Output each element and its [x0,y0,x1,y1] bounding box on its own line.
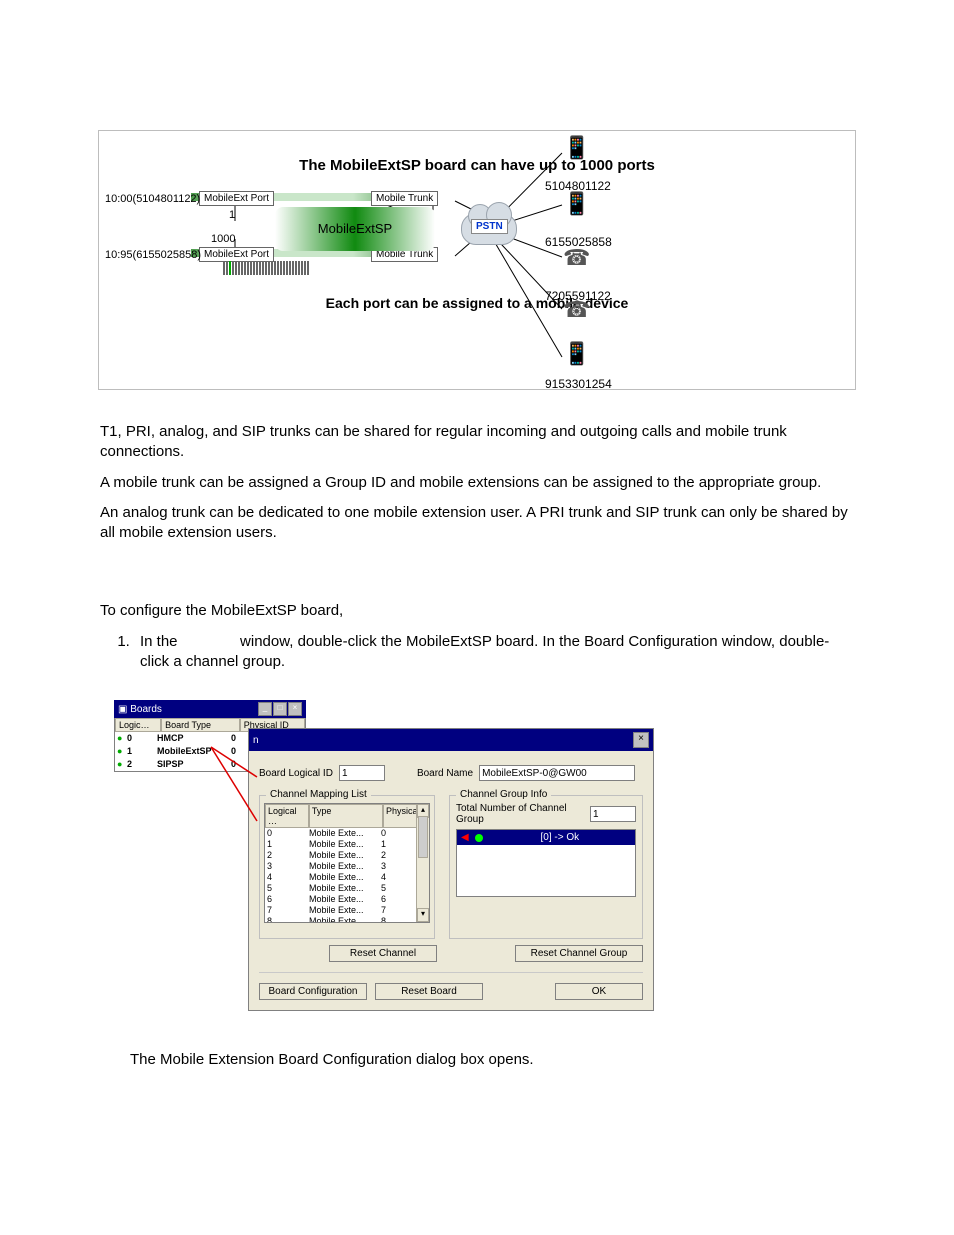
phone-number: 5104801122 [545,179,611,193]
endpoint-a: 10:00(5104801122) [105,193,200,205]
label-board-name: Board Name [417,768,473,779]
paragraph: An analog trunk can be dedicated to one … [100,503,854,544]
dialog-title-text: n [253,735,259,746]
paragraph: T1, PRI, analog, and SIP trunks can be s… [100,422,854,463]
phone-number: 6155025858 [545,235,612,249]
phone-icon: 📱 [563,193,590,215]
channel-mapping-list: Channel Mapping List Logical … Type Phys… [259,795,435,939]
close-icon[interactable]: × [288,702,302,716]
phone-number: 9153301254 [545,377,612,390]
table-row[interactable]: 1Mobile Exte...1 [267,839,429,850]
deskphone-icon: ☎ [563,247,590,269]
reset-channel-group-button[interactable]: Reset Channel Group [515,945,643,962]
col-logical[interactable]: Logical … [265,804,309,828]
ok-button[interactable]: OK [555,983,643,1000]
status-led-icon [475,834,483,842]
col-type[interactable]: Type [309,804,383,828]
table-row[interactable]: 3Mobile Exte...3 [267,861,429,872]
reset-board-button[interactable]: Reset Board [375,983,483,1000]
phone-number: 7205591122 [545,289,611,303]
port-label-a: MobileExt Port [199,191,274,206]
post-dialog-text: The Mobile Extension Board Configuration… [130,1051,854,1068]
board-configuration-button[interactable]: Board Configuration [259,983,367,1000]
group-title: Channel Mapping List [266,789,371,800]
phone-icon: 📱 [563,343,590,365]
col-type[interactable]: Board Type [161,718,240,732]
board-name-input[interactable] [479,765,635,781]
count-top: 1 [229,209,235,221]
channel-table[interactable]: Logical … Type Physical… 0Mobile Exte...… [264,803,430,923]
total-groups-input[interactable] [590,806,636,822]
step-text: In the [140,633,178,650]
maximize-icon[interactable]: □ [273,702,287,716]
reset-channel-button[interactable]: Reset Channel [329,945,437,962]
count-bot: 1000 [211,233,235,245]
trunk-label-a: Mobile Trunk [371,191,438,206]
close-icon[interactable]: × [633,732,649,748]
phone-icon: 📱 [563,137,590,159]
selected-group[interactable]: [0] -> Ok [489,832,631,843]
scroll-thumb[interactable] [418,816,428,858]
minimize-icon[interactable]: _ [258,702,272,716]
paragraph: A mobile trunk can be assigned a Group I… [100,473,854,493]
table-row[interactable]: 6Mobile Exte...6 [267,894,429,905]
diagram-title: The MobileExtSP board can have up to 100… [99,157,855,174]
table-row[interactable]: 8Mobile Exte...8 [267,916,429,923]
table-row[interactable]: 5Mobile Exte...5 [267,883,429,894]
diagram-subtitle: Each port can be assigned to a mobile de… [99,295,855,311]
boards-titlebar[interactable]: ▣ Boards _ □ × [114,700,306,718]
boards-title-text: Boards [130,704,162,715]
table-row[interactable]: 4Mobile Exte...4 [267,872,429,883]
pstn-label: PSTN [471,219,508,234]
label-total-groups: Total Number of Channel Group [456,803,590,825]
board-config-dialog: n × Board Logical ID Board Name Channel … [248,728,654,1011]
label-board-logical-id: Board Logical ID [259,768,333,779]
step-text: window, double-click the MobileExtSP boa… [140,633,829,670]
scroll-down-icon[interactable]: ▾ [417,908,429,922]
port-label-b: MobileExt Port [199,247,274,262]
mobileextsp-diagram: The MobileExtSP board can have up to 100… [98,130,856,390]
channel-group-list[interactable]: ◀ [0] -> Ok [456,829,636,897]
table-row[interactable]: 2Mobile Exte...2 [267,850,429,861]
scrollbar[interactable]: ▴ ▾ [416,804,429,922]
configure-heading: To configure the MobileExtSP board, [100,601,854,621]
channel-group-info: Channel Group Info Total Number of Chann… [449,795,643,939]
endpoint-b: 10:95(6155025858) [105,249,201,261]
table-row[interactable]: 0Mobile Exte...0 [267,828,429,839]
step-1: In the window, double-click the MobileEx… [134,632,854,673]
col-logic[interactable]: Logic… [115,718,161,732]
pbx-comb-icon [223,261,313,275]
table-row[interactable]: 7Mobile Exte...7 [267,905,429,916]
group-title: Channel Group Info [456,789,551,800]
dialog-titlebar[interactable]: n × [249,729,653,751]
mobileextsp-box: MobileExtSP [275,207,435,251]
board-logical-id-input[interactable] [339,765,385,781]
